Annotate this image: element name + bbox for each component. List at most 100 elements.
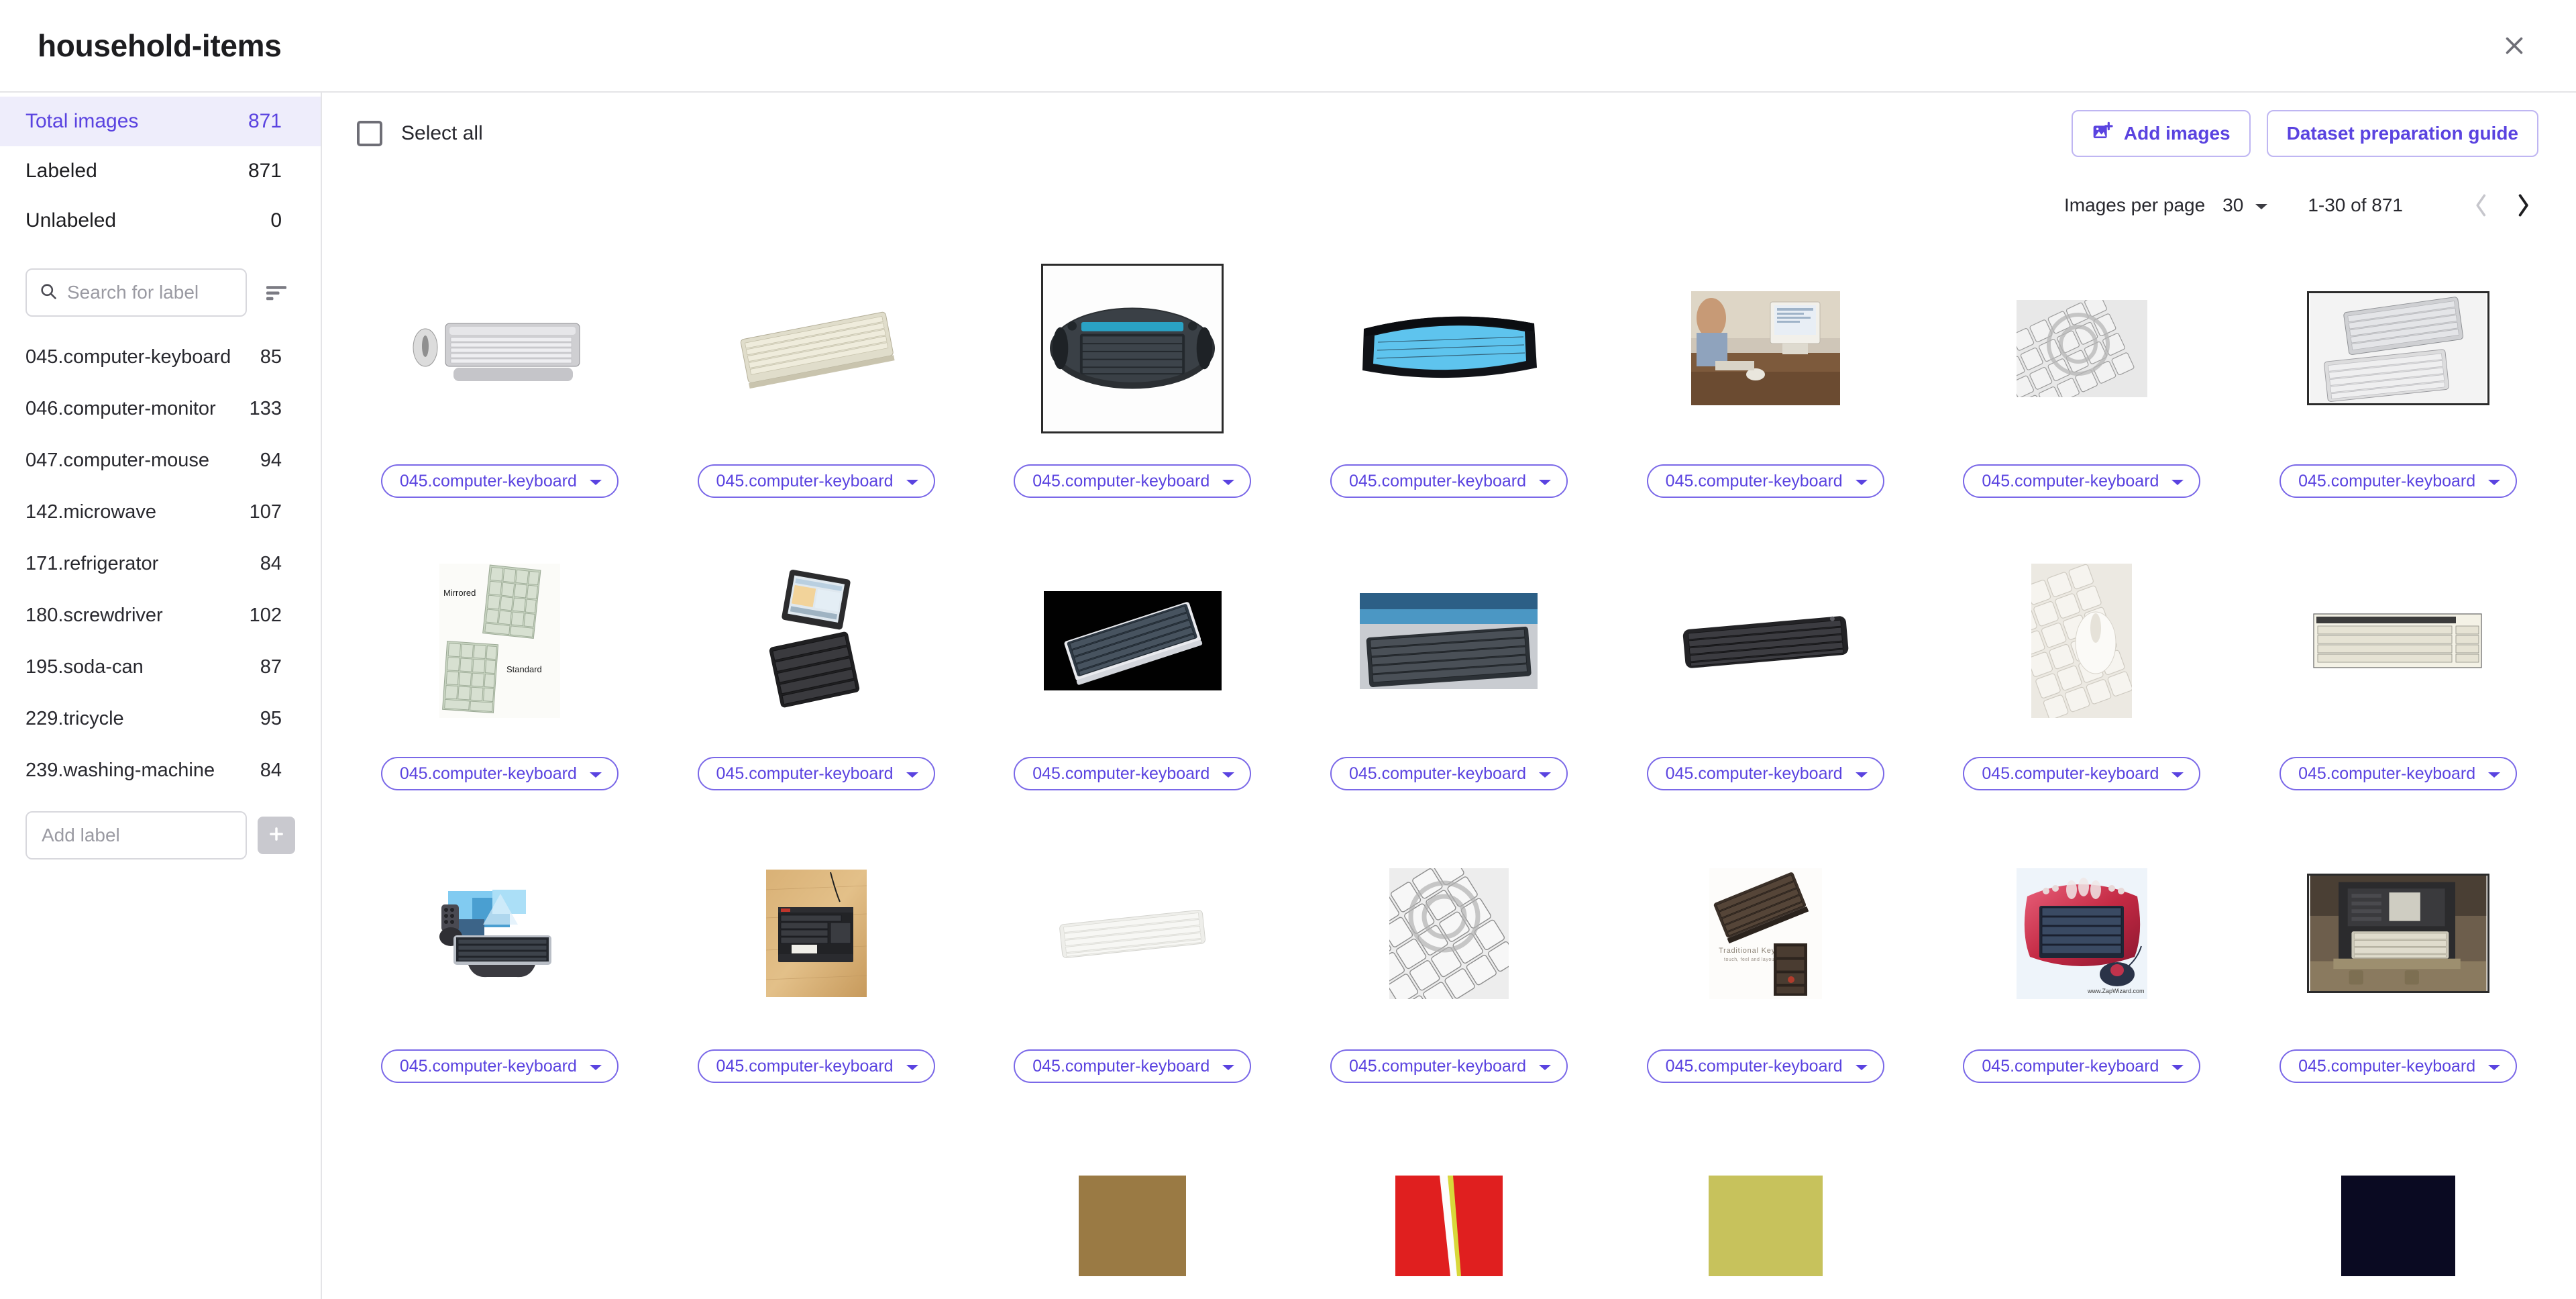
image-label-dropdown[interactable]: 045.computer-keyboard [697,757,935,790]
image-thumbnail[interactable] [357,843,643,1024]
add-label-input-container[interactable] [25,811,247,860]
image-thumbnail[interactable] [674,550,959,731]
image-card[interactable] [2255,1114,2541,1299]
image-thumbnail[interactable] [1306,258,1592,439]
label-list-item[interactable]: 195.soda-can 87 [0,641,321,693]
image-thumbnail[interactable]: www.ZapWizard.com [1939,843,2225,1024]
sidebar-stat-labeled[interactable]: Labeled 871 [0,146,321,196]
search-input[interactable] [67,282,233,303]
image-label-dropdown[interactable]: 045.computer-keyboard [380,464,619,498]
image-label-dropdown[interactable]: 045.computer-keyboard [380,757,619,790]
image-label-dropdown[interactable]: 045.computer-keyboard [380,1049,619,1083]
image-card[interactable] [357,1114,643,1299]
image-label-dropdown[interactable]: 045.computer-keyboard [1014,1049,1252,1083]
image-card[interactable] [989,1114,1275,1299]
image-thumbnail[interactable] [989,843,1275,1024]
label-list-item[interactable]: 142.microwave 107 [0,486,321,538]
image-card[interactable]: 045.computer-keyboard [357,821,643,1114]
image-thumbnail[interactable] [1939,1135,2225,1299]
image-thumbnail[interactable] [1623,258,1909,439]
image-thumbnail[interactable] [1623,1135,1909,1299]
image-label-dropdown[interactable]: 045.computer-keyboard [1963,757,2201,790]
image-card[interactable]: www.ZapWizard.com 045.computer-keyboard [1939,821,2225,1114]
image-thumbnail[interactable] [357,1135,643,1299]
image-card[interactable]: 045.computer-keyboard [1623,529,1909,821]
image-label-dropdown[interactable]: 045.computer-keyboard [1963,464,2201,498]
image-thumbnail[interactable] [1623,550,1909,731]
select-all-checkbox[interactable] [357,121,382,146]
image-thumbnail[interactable] [1306,1135,1592,1299]
image-card[interactable]: 045.computer-keyboard [989,821,1275,1114]
image-label-dropdown[interactable]: 045.computer-keyboard [1330,757,1568,790]
sidebar-stat-total-images[interactable]: Total images 871 [0,97,321,146]
label-list-item[interactable]: 229.tricycle 95 [0,693,321,745]
image-card[interactable]: 045.computer-keyboard [989,236,1275,529]
image-card[interactable]: 045.computer-keyboard [1306,236,1592,529]
image-card[interactable]: 045.computer-keyboard [674,236,959,529]
label-list-item[interactable]: 045.computer-keyboard 85 [0,331,321,383]
image-card[interactable] [1623,1114,1909,1299]
label-list-item[interactable]: 180.screwdriver 102 [0,590,321,641]
image-card[interactable] [1939,1114,2225,1299]
image-thumbnail[interactable] [989,1135,1275,1299]
image-card[interactable] [674,1114,959,1299]
image-thumbnail[interactable] [989,550,1275,731]
image-label-dropdown[interactable]: 045.computer-keyboard [1330,464,1568,498]
image-label-dropdown[interactable]: 045.computer-keyboard [1646,1049,1884,1083]
image-card[interactable]: 045.computer-keyboard [2255,821,2541,1114]
image-card[interactable] [1306,1114,1592,1299]
image-thumbnail[interactable] [989,258,1275,439]
image-thumbnail[interactable] [674,1135,959,1299]
chevron-left-icon[interactable] [2461,185,2502,226]
image-label-dropdown[interactable]: 045.computer-keyboard [697,1049,935,1083]
image-label-dropdown[interactable]: 045.computer-keyboard [1330,1049,1568,1083]
image-thumbnail[interactable] [1306,550,1592,731]
image-thumbnail[interactable] [2255,843,2541,1024]
images-per-page-select[interactable]: 30 [2222,195,2269,216]
label-list-item[interactable]: 171.refrigerator 84 [0,538,321,590]
add-images-button[interactable]: Add images [2071,110,2251,157]
image-thumbnail[interactable] [1939,258,2225,439]
sort-icon[interactable] [258,274,295,311]
image-card[interactable]: 045.computer-keyboard [674,529,959,821]
image-thumbnail[interactable] [2255,550,2541,731]
label-list-item[interactable]: 047.computer-mouse 94 [0,435,321,486]
close-icon[interactable] [2490,21,2538,70]
image-thumbnail[interactable]: Mirrored Standard [357,550,643,731]
image-thumbnail[interactable] [1939,550,2225,731]
image-label-dropdown[interactable]: 045.computer-keyboard [2279,464,2518,498]
image-card[interactable]: 045.computer-keyboard [1939,236,2225,529]
image-thumbnail[interactable] [357,258,643,439]
image-thumbnail[interactable] [1306,843,1592,1024]
image-card[interactable]: 045.computer-keyboard [2255,529,2541,821]
label-list-item[interactable]: 239.washing-machine 84 [0,745,321,796]
sidebar-stat-unlabeled[interactable]: Unlabeled 0 [0,196,321,246]
search-input-container[interactable] [25,268,247,317]
add-label-button[interactable] [258,817,295,854]
select-all-control[interactable]: Select all [357,121,483,146]
image-thumbnail[interactable] [674,258,959,439]
image-card[interactable]: Traditional Keyboard touch, feel and lay… [1623,821,1909,1114]
image-label-dropdown[interactable]: 045.computer-keyboard [1014,757,1252,790]
dataset-preparation-guide-button[interactable]: Dataset preparation guide [2266,110,2538,157]
image-label-dropdown[interactable]: 045.computer-keyboard [2279,757,2518,790]
image-grid-scroll[interactable]: 045.computer-keyboard 045.computer-keybo… [322,236,2576,1299]
image-card[interactable]: 045.computer-keyboard [1623,236,1909,529]
image-card[interactable]: 045.computer-keyboard [989,529,1275,821]
label-list-item[interactable]: 046.computer-monitor 133 [0,383,321,435]
image-label-dropdown[interactable]: 045.computer-keyboard [697,464,935,498]
image-card[interactable]: 045.computer-keyboard [1306,529,1592,821]
image-thumbnail[interactable] [674,843,959,1024]
chevron-right-icon[interactable] [2502,185,2544,226]
image-label-dropdown[interactable]: 045.computer-keyboard [1646,464,1884,498]
image-label-dropdown[interactable]: 045.computer-keyboard [1963,1049,2201,1083]
image-card[interactable]: Mirrored Standard 045.computer-keyboard [357,529,643,821]
add-label-input[interactable] [42,825,231,846]
image-card[interactable]: 045.computer-keyboard [2255,236,2541,529]
image-thumbnail[interactable] [2255,258,2541,439]
image-card[interactable]: 045.computer-keyboard [1306,821,1592,1114]
image-card[interactable]: 045.computer-keyboard [357,236,643,529]
image-thumbnail[interactable]: Traditional Keyboard touch, feel and lay… [1623,843,1909,1024]
image-label-dropdown[interactable]: 045.computer-keyboard [1014,464,1252,498]
image-label-dropdown[interactable]: 045.computer-keyboard [1646,757,1884,790]
